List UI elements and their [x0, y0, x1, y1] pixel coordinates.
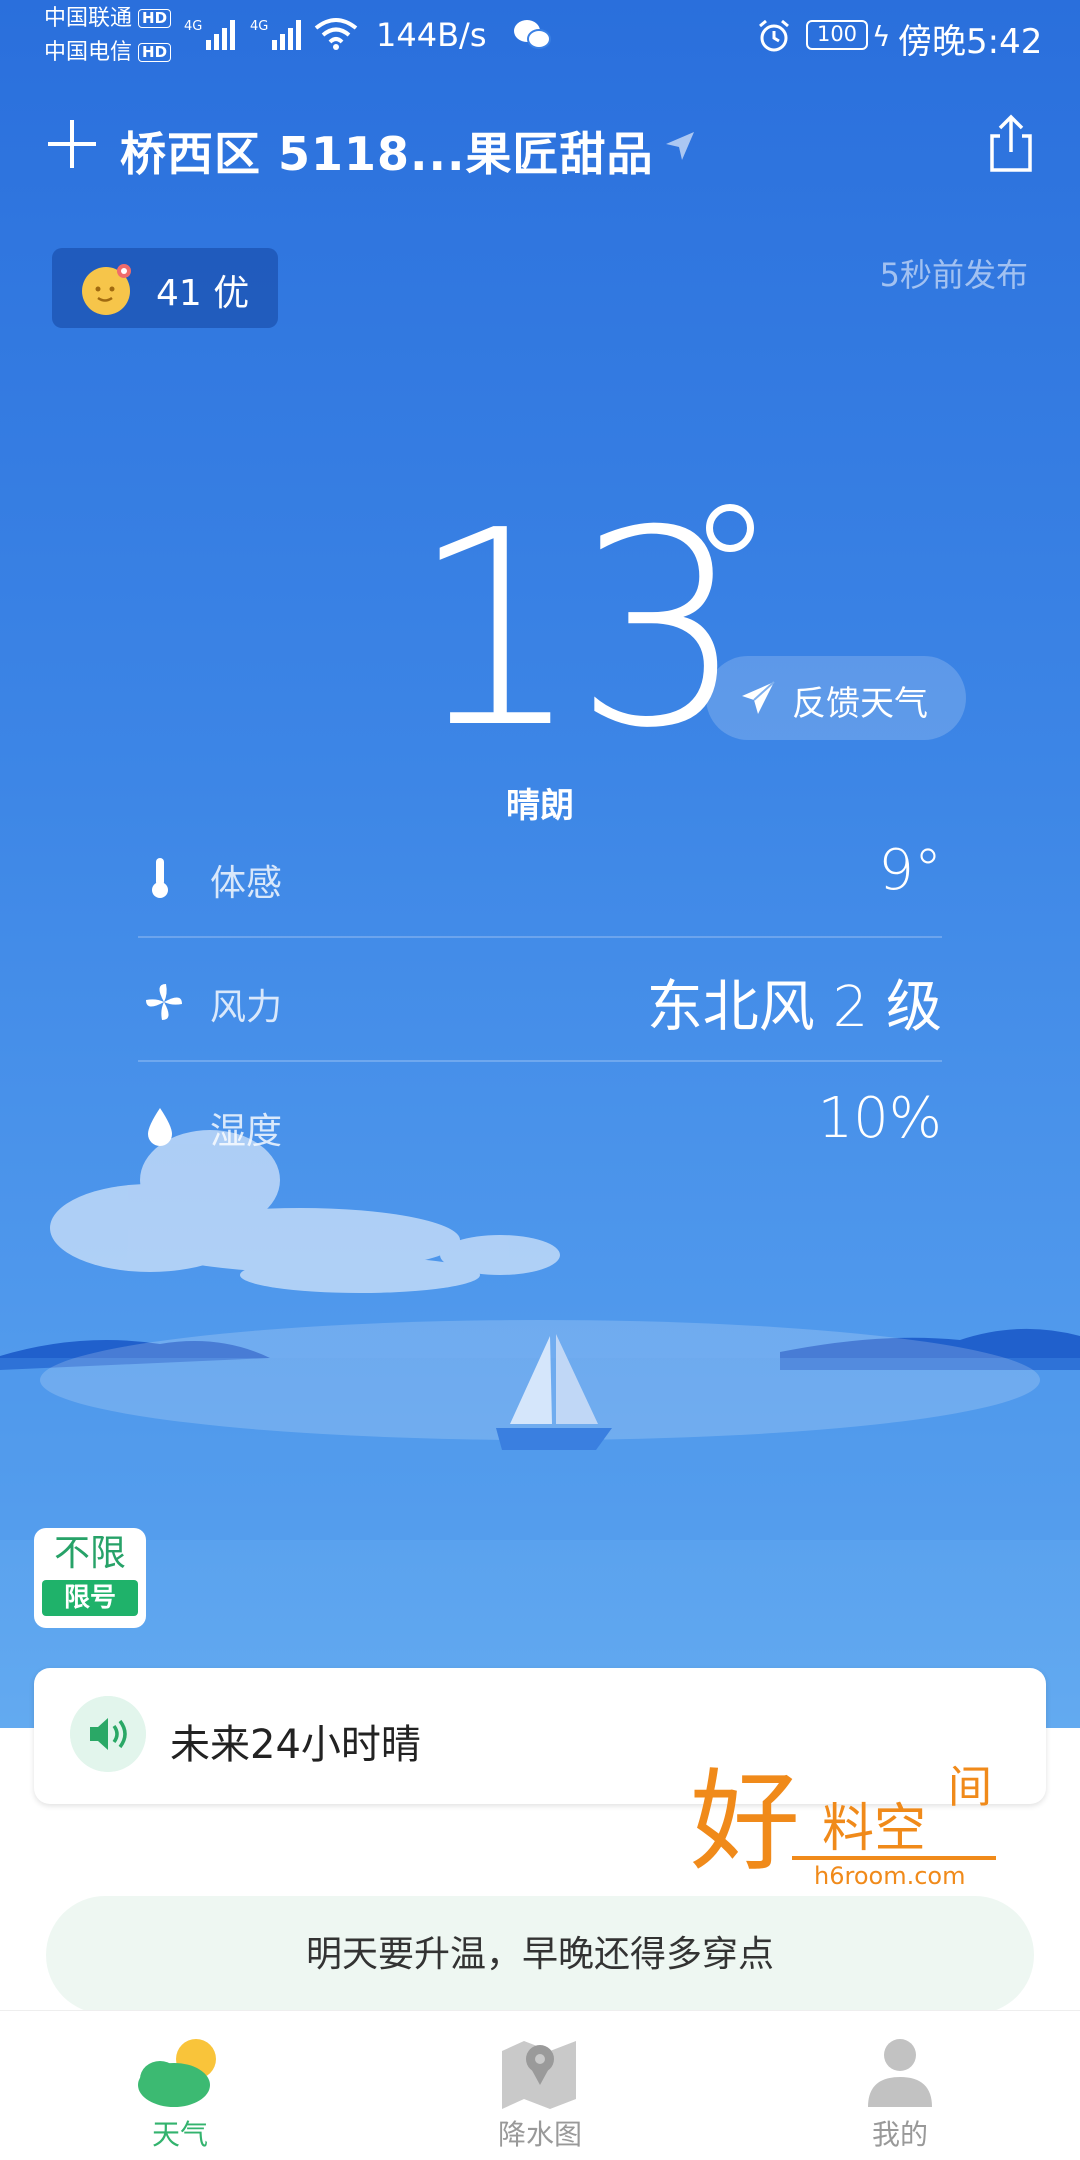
aqi-badge[interactable]: 41 优 — [52, 248, 278, 328]
carrier-1-label: 中国联通 — [44, 6, 133, 31]
signal-2-icon: 4G — [250, 19, 301, 50]
tab-label: 我的 — [871, 2118, 928, 2151]
location-title[interactable]: 桥西区 5118...果匠甜品 — [120, 118, 653, 184]
thermometer-icon — [152, 858, 168, 898]
network-speed: 144B/s — [376, 16, 487, 54]
wifi-icon — [314, 18, 358, 50]
current-temperature: 13 — [410, 472, 746, 787]
alarm-icon — [759, 19, 789, 52]
add-city-button[interactable] — [48, 120, 96, 168]
battery-indicator: 100 — [806, 20, 868, 50]
carrier-2-label: 中国电信 — [44, 40, 133, 65]
status-time: 傍晚5:42 — [898, 22, 1043, 62]
bottom-tab-bar: 天气 降水图 我的 — [0, 2010, 1080, 2160]
map-icon — [502, 2041, 576, 2109]
location-arrow-icon — [666, 132, 694, 160]
tab-precipitation-map[interactable]: 降水图 — [360, 2011, 720, 2160]
feedback-weather-button[interactable]: 反馈天气 — [706, 656, 966, 740]
tab-profile[interactable]: 我的 — [720, 2011, 1080, 2160]
carrier-unicom: 中国联通 HD — [44, 4, 172, 34]
signal-1-icon: 4G — [184, 19, 235, 50]
status-bar: 中国联通 HD 中国电信 HD 4G 4G 144B/s 100 ϟ 傍晚5:42 — [0, 0, 1080, 80]
watermark-logo: 好 料空 间 h6room.com — [690, 1758, 996, 1890]
detail-value: 东北风 2 级 — [646, 975, 942, 1040]
aqi-value: 41 优 — [156, 273, 250, 314]
hd-badge: HD — [138, 9, 172, 28]
header: 桥西区 5118...果匠甜品 — [0, 100, 1080, 200]
degree-symbol — [706, 504, 754, 552]
sailboat-scene — [0, 1130, 1080, 1540]
svg-text:料空: 料空 — [822, 1799, 926, 1859]
hd-badge: HD — [138, 43, 172, 62]
user-icon — [868, 2039, 932, 2107]
detail-row-wind: 风力 东北风 2 级 — [138, 940, 942, 1064]
detail-label: 体感 — [210, 863, 283, 904]
smiley-face-icon — [82, 264, 131, 315]
svg-text:4G: 4G — [250, 19, 268, 34]
traffic-limit-badge[interactable]: 不限 限号 — [34, 1528, 146, 1628]
publish-time: 5秒前发布 — [879, 256, 1028, 294]
carrier-telecom: 中国电信 HD — [44, 38, 172, 68]
weather-icon — [138, 2039, 216, 2107]
divider — [138, 1060, 942, 1062]
tip-banner[interactable]: 明天要升温，早晚还得多穿点 — [46, 1896, 1034, 2014]
share-button[interactable] — [986, 114, 1036, 174]
detail-label: 风力 — [210, 987, 283, 1028]
svg-text:间: 间 — [948, 1762, 992, 1813]
forecast-alert-text: 未来24小时晴 — [170, 1722, 421, 1768]
cloud-illustration — [50, 1130, 560, 1293]
limit-status: 不限 — [53, 1533, 126, 1574]
tab-label: 天气 — [151, 2118, 208, 2151]
feedback-label: 反馈天气 — [792, 684, 928, 724]
detail-value: 9° — [878, 838, 942, 903]
svg-text:4G: 4G — [184, 19, 202, 34]
limit-label: 限号 — [42, 1580, 138, 1616]
detail-row-feels-like: 体感 9° — [138, 816, 942, 940]
wechat-icon — [514, 20, 551, 49]
svg-text:h6room.com: h6room.com — [814, 1862, 965, 1890]
charging-icon: ϟ — [872, 20, 891, 53]
paper-plane-icon — [742, 681, 775, 714]
tab-weather[interactable]: 天气 — [0, 2011, 360, 2160]
tab-label: 降水图 — [497, 2118, 582, 2151]
divider — [138, 936, 942, 938]
speaker-icon — [70, 1696, 146, 1772]
fan-icon — [146, 984, 182, 1020]
svg-text:好: 好 — [690, 1758, 800, 1886]
